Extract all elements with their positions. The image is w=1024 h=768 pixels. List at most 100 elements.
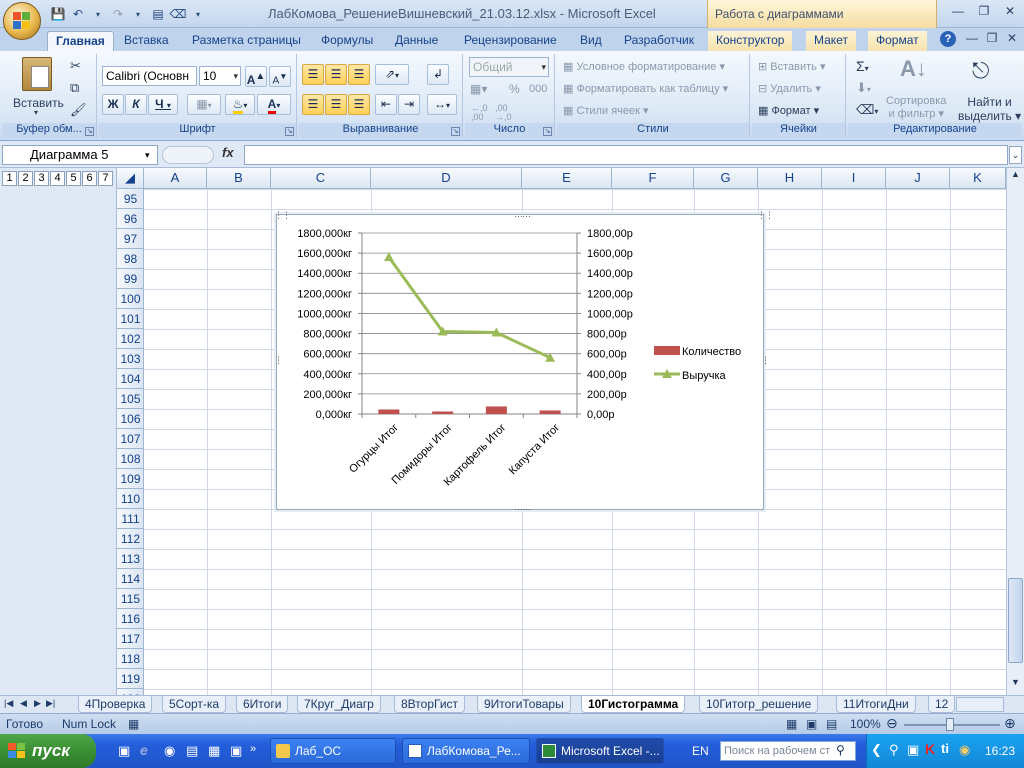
number-format-combo[interactable]: Общий ▾: [469, 57, 549, 77]
taskbar-button-excel[interactable]: Microsoft Excel -...: [536, 738, 664, 764]
row-header[interactable]: 96: [117, 209, 143, 229]
sheet-tab[interactable]: 7Круг_Диагр: [297, 696, 381, 713]
row-header[interactable]: 118: [117, 649, 143, 669]
embedded-chart[interactable]: 0,000кг 0,00р 200,000кг 200,00р 400,000кг 400…: [274, 209, 774, 512]
save-icon[interactable]: 💾: [50, 6, 66, 22]
wrap-text-button[interactable]: ↲: [427, 64, 449, 85]
outline-level-button[interactable]: 3: [34, 171, 49, 186]
page-layout-view-icon[interactable]: ▣: [806, 717, 817, 731]
prev-sheet-icon[interactable]: ◀: [20, 698, 27, 709]
tray-ti-icon[interactable]: ti: [941, 741, 949, 756]
outline-level-button[interactable]: 4: [50, 171, 65, 186]
tab-data[interactable]: Данные: [387, 31, 446, 51]
name-box[interactable]: Диаграмма 5 ▾: [2, 145, 158, 165]
expand-formula-bar-button[interactable]: ⌄: [1009, 146, 1022, 164]
row-header[interactable]: 99: [117, 269, 143, 289]
ribbon-close-button[interactable]: ✕: [1000, 30, 1024, 48]
row-header[interactable]: 100: [117, 289, 143, 309]
close-button[interactable]: ✕: [998, 3, 1022, 21]
outline-level-button[interactable]: 6: [82, 171, 97, 186]
help-icon[interactable]: ?: [940, 31, 956, 47]
tab-chart-format[interactable]: Формат: [868, 31, 927, 51]
column-header[interactable]: C: [271, 168, 371, 189]
zoom-level[interactable]: 100%: [850, 717, 881, 731]
vertical-scrollbar[interactable]: ▲ ▼: [1006, 168, 1024, 695]
sort-filter-button[interactable]: Сортировка и фильтр ▾: [886, 95, 946, 120]
formula-input[interactable]: [244, 145, 1008, 165]
percent-button[interactable]: %: [509, 82, 520, 96]
quicklaunch-icon[interactable]: ▣: [230, 743, 242, 759]
office-button[interactable]: [3, 2, 41, 40]
network-icon[interactable]: ▣: [907, 742, 919, 758]
row-header[interactable]: 98: [117, 249, 143, 269]
zoom-out-icon[interactable]: ⊖: [886, 715, 898, 732]
form-icon[interactable]: ▤: [150, 6, 166, 22]
row-header[interactable]: 111: [117, 509, 143, 529]
format-cells-button[interactable]: ▦ Формат ▾: [758, 104, 819, 117]
column-header[interactable]: F: [612, 168, 694, 189]
select-all-button[interactable]: ◢: [117, 168, 144, 189]
orientation-button[interactable]: ⇗▾: [375, 64, 409, 85]
sheet-tab[interactable]: 12: [928, 696, 956, 713]
internet-explorer-icon[interactable]: e: [140, 742, 148, 758]
autosum-icon[interactable]: Σ▾: [856, 58, 869, 74]
resize-handle[interactable]: ⋮: [761, 355, 770, 366]
row-header[interactable]: 97: [117, 229, 143, 249]
row-header[interactable]: 109: [117, 469, 143, 489]
increase-decimal-icon[interactable]: ←,0,00: [471, 104, 488, 122]
sheet-tab[interactable]: 6Итоги: [236, 696, 289, 713]
align-bottom-button[interactable]: ☰: [348, 64, 370, 85]
row-header[interactable]: 101: [117, 309, 143, 329]
start-button[interactable]: пуск: [0, 734, 96, 768]
grow-font-button[interactable]: A▲: [245, 66, 267, 87]
tray-app-icon[interactable]: ◉: [959, 742, 970, 758]
increase-indent-button[interactable]: ⇥: [398, 94, 420, 115]
undo-icon[interactable]: ↶: [70, 6, 86, 22]
redo-icon[interactable]: ↷: [110, 6, 126, 22]
sheet-tab[interactable]: 5Сорт-ка: [162, 696, 227, 713]
row-header[interactable]: 116: [117, 609, 143, 629]
bold-button[interactable]: Ж: [102, 94, 124, 115]
sheet-tab[interactable]: 4Проверка: [78, 696, 153, 713]
macro-record-icon[interactable]: ▦: [128, 717, 139, 731]
delete-cells-button[interactable]: ⊟ Удалить ▾: [758, 82, 821, 95]
row-header[interactable]: 113: [117, 549, 143, 569]
align-top-button[interactable]: ☰: [302, 64, 324, 85]
sheet-tab[interactable]: 11ИтогиДни: [836, 696, 916, 713]
format-as-table-button[interactable]: ▦ Форматировать как таблицу ▾: [563, 82, 728, 95]
scroll-down-icon[interactable]: ▼: [1008, 677, 1023, 692]
scroll-thumb[interactable]: [1008, 578, 1023, 663]
tab-insert[interactable]: Вставка: [116, 31, 177, 51]
tab-view[interactable]: Вид: [572, 31, 610, 51]
dialog-launcher-icon[interactable]: ↘: [543, 127, 552, 136]
insert-cells-button[interactable]: ⊞ Вставить ▾: [758, 60, 826, 73]
outline-level-button[interactable]: 2: [18, 171, 33, 186]
tray-expand-icon[interactable]: ❮: [871, 742, 882, 758]
quicklaunch-icon[interactable]: ▤: [186, 743, 198, 759]
align-middle-button[interactable]: ☰: [325, 64, 347, 85]
column-header[interactable]: G: [694, 168, 758, 189]
taskbar-button-word[interactable]: ЛабКомова_Ре...: [402, 738, 530, 764]
tab-formulas[interactable]: Формулы: [313, 31, 381, 51]
sheet-tab-active[interactable]: 10Гистограмма: [581, 696, 686, 713]
copy-icon[interactable]: ⧉: [70, 80, 79, 96]
currency-format-icon[interactable]: ▦▾: [470, 82, 487, 96]
row-header[interactable]: 104: [117, 369, 143, 389]
quicklaunch-icon[interactable]: ▦: [208, 743, 220, 759]
fill-icon[interactable]: ⬇▾: [856, 80, 871, 96]
outline-level-button[interactable]: 5: [66, 171, 81, 186]
binoculars-icon[interactable]: ⎋: [972, 58, 989, 84]
outline-level-button[interactable]: 7: [98, 171, 113, 186]
minimize-button[interactable]: —: [946, 3, 970, 21]
tab-developer[interactable]: Разработчик: [616, 31, 702, 51]
borders-button[interactable]: ▦▾: [187, 94, 221, 115]
resize-handle[interactable]: ⋮⋮: [757, 210, 774, 221]
zoom-in-icon[interactable]: ⊕: [1004, 715, 1016, 732]
resize-handle[interactable]: ⋮⋮: [274, 210, 291, 221]
align-left-button[interactable]: ☰: [302, 94, 324, 115]
taskbar-button-folder[interactable]: Лаб_ОС: [270, 738, 396, 764]
row-header[interactable]: 115: [117, 589, 143, 609]
column-header[interactable]: A: [144, 168, 207, 189]
decrease-decimal-icon[interactable]: ,00 →,0: [495, 104, 512, 122]
column-header[interactable]: D: [371, 168, 522, 189]
